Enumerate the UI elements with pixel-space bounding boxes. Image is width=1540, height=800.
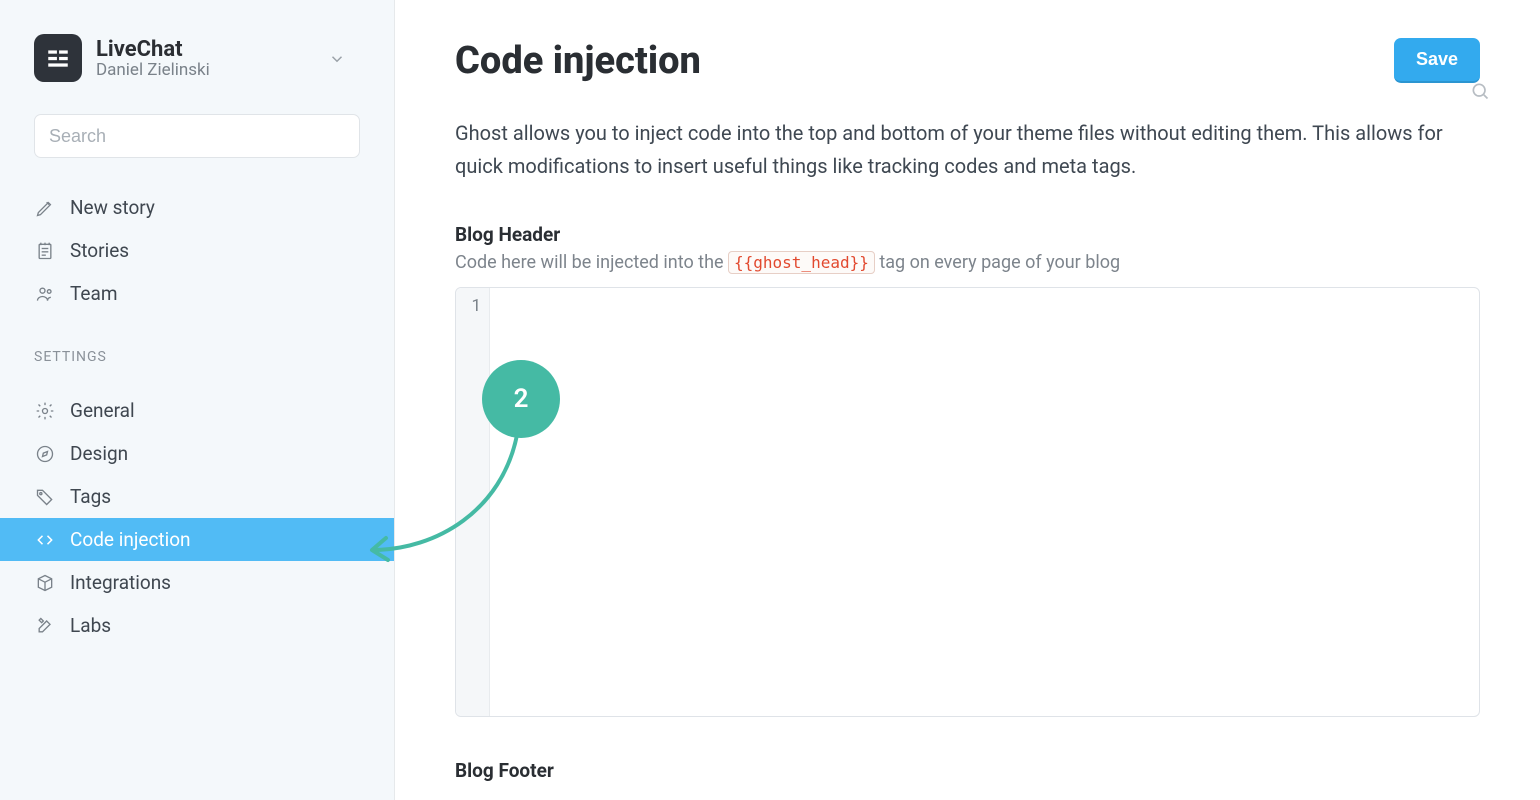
blog-header-section: Blog Header Code here will be injected i… (455, 223, 1480, 717)
brand-subtitle: Daniel Zielinski (96, 60, 210, 80)
header-code-editor[interactable]: 1 (455, 287, 1480, 717)
main-content: Code injection Save Ghost allows you to … (395, 0, 1540, 800)
blog-header-subtitle: Code here will be injected into the {{gh… (455, 252, 1480, 273)
sidebar-item-label: Stories (70, 239, 129, 262)
sidebar-item-tags[interactable]: Tags (0, 475, 394, 518)
tag-icon (34, 486, 56, 508)
nav-main: New story Stories Team (0, 178, 394, 323)
brand-title: LiveChat (96, 37, 210, 62)
ghost-head-tag: {{ghost_head}} (728, 251, 875, 274)
brand-header[interactable]: LiveChat Daniel Zielinski (0, 0, 394, 92)
code-icon (34, 529, 56, 551)
sidebar-item-team[interactable]: Team (0, 272, 394, 315)
page-header: Code injection Save (455, 38, 1480, 83)
compass-icon (34, 443, 56, 465)
pencil-icon (34, 197, 56, 219)
sidebar: LiveChat Daniel Zielinski New story Stor… (0, 0, 395, 800)
editor-body[interactable] (490, 288, 1479, 716)
sidebar-item-label: New story (70, 196, 155, 219)
editor-gutter: 1 (456, 288, 490, 716)
sidebar-item-label: Team (70, 282, 118, 305)
team-icon (34, 283, 56, 305)
page-description: Ghost allows you to inject code into the… (455, 117, 1455, 183)
tools-icon (34, 615, 56, 637)
brand-icon (34, 34, 82, 82)
nav-settings: General Design Tags Code injection Integ… (0, 381, 394, 655)
sidebar-item-stories[interactable]: Stories (0, 229, 394, 272)
sidebar-item-label: General (70, 399, 135, 422)
sidebar-item-label: Integrations (70, 571, 171, 594)
settings-section-label: SETTINGS (0, 323, 394, 381)
sidebar-item-label: Code injection (70, 528, 191, 551)
sidebar-item-general[interactable]: General (0, 389, 394, 432)
sidebar-item-label: Labs (70, 614, 111, 637)
sidebar-item-integrations[interactable]: Integrations (0, 561, 394, 604)
blog-footer-title: Blog Footer (455, 759, 1480, 782)
save-button[interactable]: Save (1394, 38, 1480, 83)
page-title: Code injection (455, 39, 701, 83)
blog-header-title: Blog Header (455, 223, 1480, 246)
sidebar-item-design[interactable]: Design (0, 432, 394, 475)
sidebar-item-new-story[interactable]: New story (0, 186, 394, 229)
notepad-icon (34, 240, 56, 262)
box-icon (34, 572, 56, 594)
sidebar-item-code-injection[interactable]: Code injection (0, 518, 394, 561)
brand-text: LiveChat Daniel Zielinski (96, 37, 210, 80)
sidebar-item-labs[interactable]: Labs (0, 604, 394, 647)
search-wrap (0, 92, 394, 178)
line-number: 1 (456, 296, 481, 316)
gear-icon (34, 400, 56, 422)
search-input[interactable] (34, 114, 360, 158)
sidebar-item-label: Design (70, 442, 128, 465)
blog-footer-section: Blog Footer (455, 759, 1480, 782)
blog-header-sub-prefix: Code here will be injected into the (455, 252, 728, 273)
chevron-down-icon[interactable] (328, 50, 346, 72)
sidebar-item-label: Tags (70, 485, 111, 508)
blog-header-sub-suffix: tag on every page of your blog (879, 252, 1120, 273)
